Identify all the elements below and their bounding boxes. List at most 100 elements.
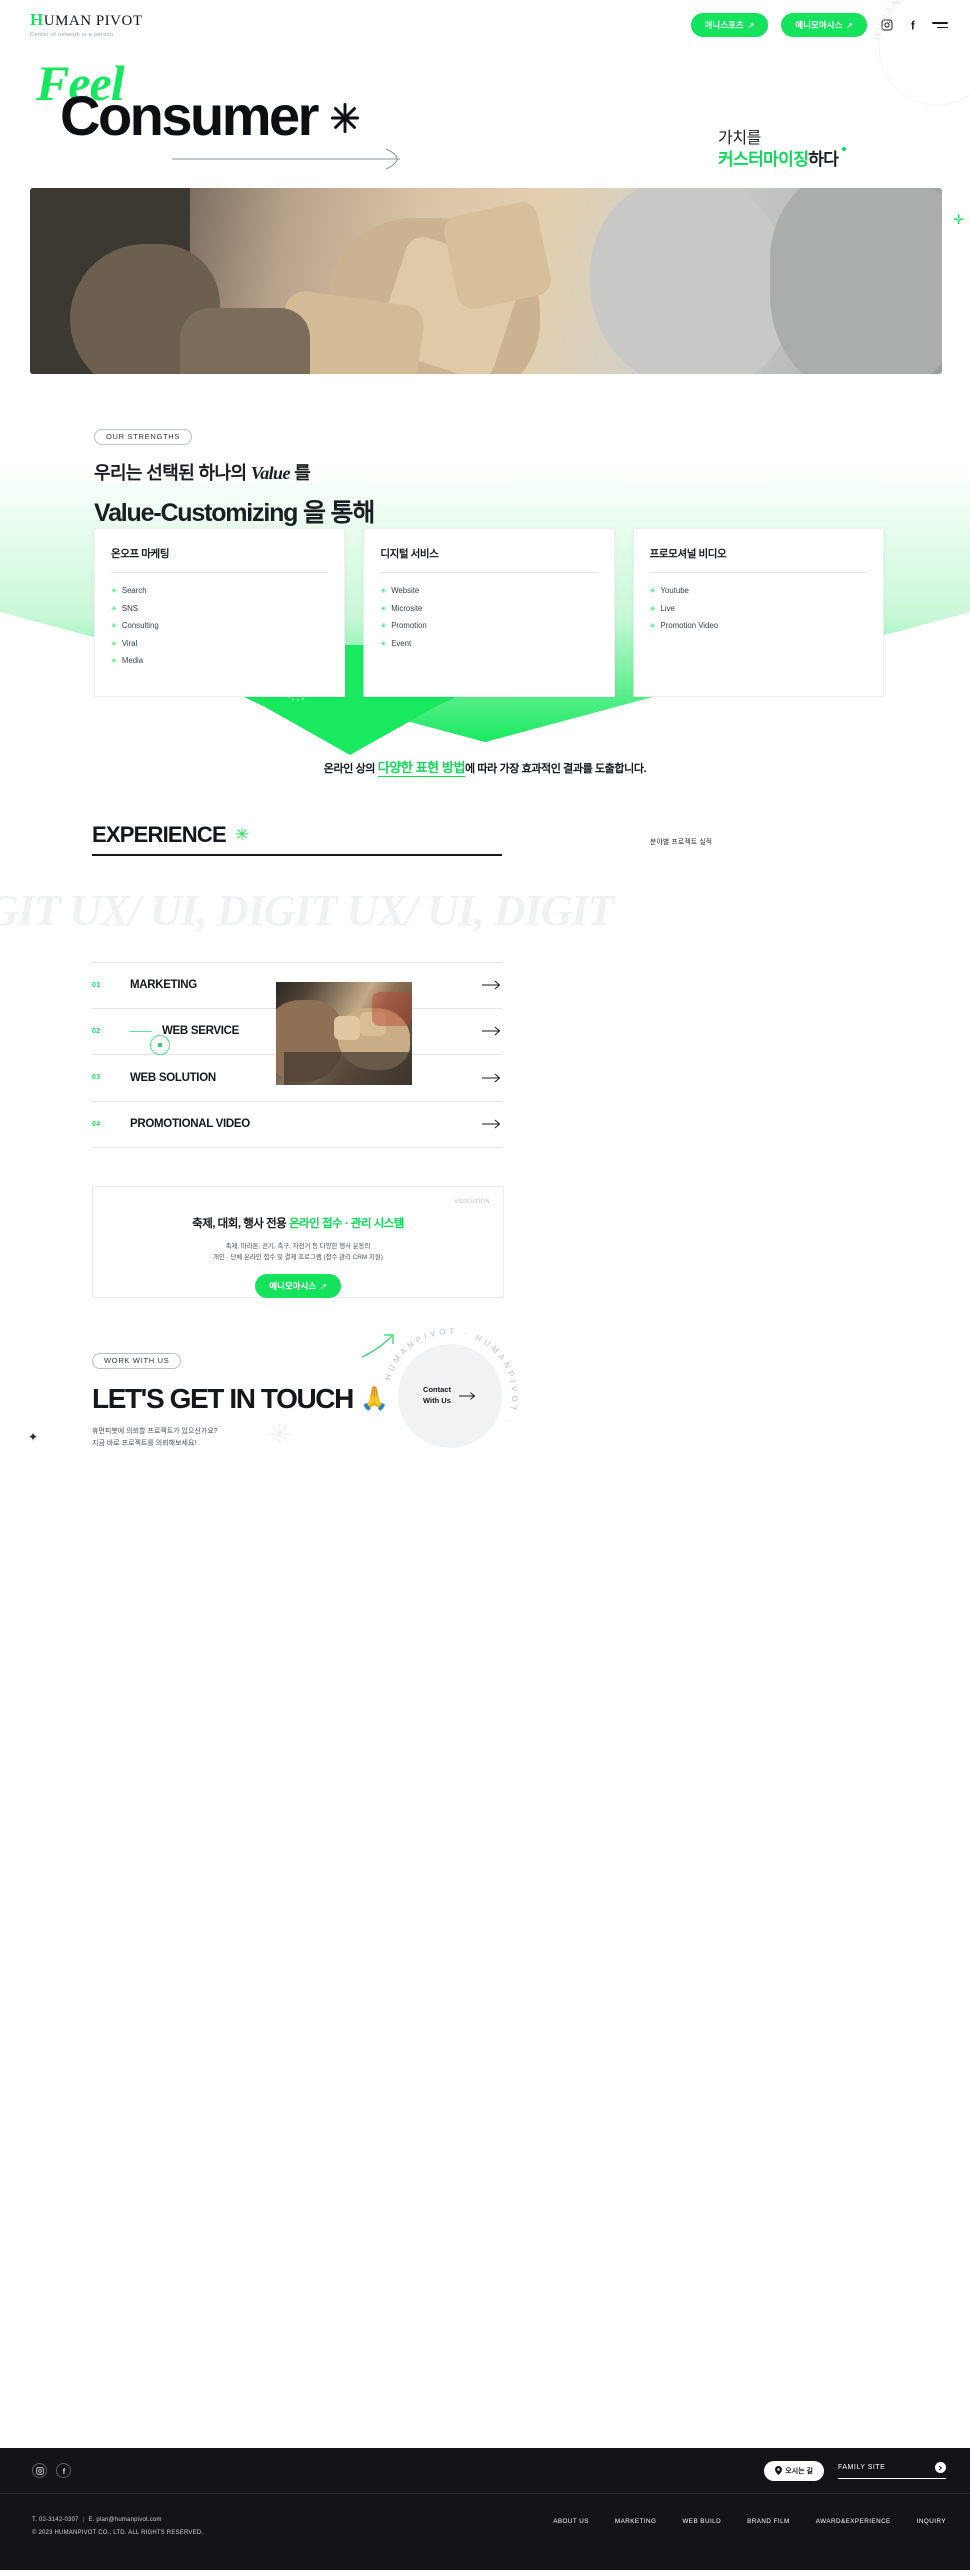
anymoasys-button[interactable]: 애니모아시스 ↗ [781,13,867,37]
hero-headline: Consumer [60,88,363,144]
service-card[interactable]: 프로모셔널 비디오 ✳ Youtube ✳ Live ✳ Promotion Vide… [632,528,884,697]
solution-desc-line2: 개인 · 단체 온라인 접수 및 결제 프로그램 (접수 관리 CRM 지원) [213,1254,383,1262]
brand-initial: H [30,10,44,29]
list-item: ✳ Promotion Video [650,621,867,630]
our-strengths-badge: OUR STRENGTHS [94,428,193,445]
arrow-right-icon [482,1073,501,1083]
asterisk-bullet-icon: ✳ [649,605,656,613]
marquee-label: DIGIT UX/ UI, DIGIT UX/ UI, DIGIT [0,885,615,935]
solution-button-label: 애니모아시스 [269,1281,317,1292]
footer-nav-marketing[interactable]: MARKETING [615,2518,656,2525]
footer-social-links [32,2463,71,2478]
circle-deco-text: HUMANPIVOT · HUMANPIVOT · [872,0,970,78]
row-number: 01 [92,981,101,989]
asterisk-bullet-icon: ✳ [380,640,387,648]
arrow-right-icon [482,1026,501,1036]
asterisk-bullet-icon: ✳ [111,640,117,648]
row-number: 04 [92,1120,101,1128]
list-item-label: Event [391,638,412,648]
solution-card: #SOLUTION 축제, 대회, 행사 전용 온라인 접수 · 관리 시스템 … [92,1186,504,1299]
row-number: 03 [92,1074,101,1082]
contact-with-us-button[interactable]: Contact With Us [398,1344,502,1448]
experience-header: EXPERIENCE ✳ [92,822,502,848]
footer-nav-brand-film[interactable]: BRAND FILM [747,2518,790,2525]
plus-decoration-icon: ✛ [953,212,964,227]
list-item: ✳ SNS [111,604,328,613]
contact-circle-line1: Contact [423,1385,451,1395]
anysports-label: 애니스포츠 [704,20,744,30]
family-site-select[interactable]: FAMILY SITE [838,2462,946,2479]
footer-nav-inquiry[interactable]: INQUIRY [917,2518,946,2525]
hero-kr-black: 하다 [808,150,839,170]
chevron-right-icon [935,2462,946,2473]
hero-kr-line1: 가치를 [718,130,761,147]
list-item: ✳ Event [380,639,597,648]
row-label: PROMOTIONAL VIDEO [130,1118,250,1131]
tagline-part-a: 온라인 상의 [323,763,378,775]
solution-tag: #SOLUTION [454,1199,490,1205]
list-item: ✳ Live [650,604,867,613]
hero-kr-line2: 커스터마이징하다 [718,147,847,171]
work-with-us-badge: WORK WITH US [92,1352,182,1369]
list-item-label: Youtube [660,586,689,595]
experience-title-text: EXPERIENCE [92,822,227,847]
card-title: 프로모셔널 비디오 [649,548,727,560]
card-list: ✳ Youtube ✳ Live ✳ Promotion Video [650,586,867,630]
experience-row-promotional-video[interactable]: 04 PROMOTIONAL VIDEO [92,1102,502,1148]
solution-anymoasys-button[interactable]: 애니모아시스 ↗ [255,1274,341,1299]
divider [111,572,329,573]
list-item: ✳ Media [111,656,328,665]
brand-name: HUMAN PIVOT [30,11,142,29]
arrow-right-icon [458,1392,476,1400]
experience-underline [92,854,502,856]
card-title: 온오프 마케팅 [111,548,170,560]
divider [380,572,598,573]
directions-label: 오시는 길 [785,2467,813,2475]
asterisk-bullet-icon: ✳ [111,658,117,665]
solution-title-green: 온라인 접수 · 관리 시스템 [288,1218,404,1230]
anymoasys-label: 애니모아시스 [795,20,843,30]
card-list: ✳ Website ✳ Microsite ✳ Promotion ✳ Event [380,586,597,648]
arrow-right-icon [482,980,501,990]
instagram-icon[interactable] [32,2463,47,2478]
decorative-asterisk-icon: ✳ [268,1419,292,1450]
solution-title: 축제, 대회, 행사 전용 온라인 접수 · 관리 시스템 [93,1215,503,1231]
row-label: WEB SERVICE [162,1025,240,1038]
service-cards: 온오프 마케팅 ✳ Search ✳ SNS ✳ Consulting ✳ Viral … [94,528,884,697]
decorative-sparkle-icon: ✦ [28,1430,39,1444]
list-item-label: Viral [121,638,138,648]
list-item: ✳ Microsite [380,604,597,613]
external-link-icon: ↗ [846,20,853,30]
footer-email: E. plan@humanpivot.com [88,2517,162,2523]
divider [649,572,867,573]
hero-word-consumer: Consumer [60,84,319,147]
external-link-icon: ↗ [320,1281,327,1291]
strengths-line1-a: 우리는 선택된 하나의 [94,462,251,483]
footer-nav-about-us[interactable]: ABOUT US [553,2518,589,2525]
footer-nav-award-experience[interactable]: AWARD&EXPERIENCE [816,2518,891,2525]
hero-image [30,188,942,374]
map-pin-icon [775,2466,783,2475]
footer-tel: T. 02-3142-0307 [32,2517,79,2523]
contact-circle-line2: With Us [423,1396,451,1405]
list-item: ✳ Search [111,586,328,595]
list-item: ✳ Promotion [380,621,597,630]
footer-nav-web-build[interactable]: WEB BUILD [682,2518,721,2525]
asterisk-bullet-icon: ✳ [111,588,117,595]
active-row-dash [130,1030,152,1032]
anysports-button[interactable]: 애니스포츠 ↗ [690,13,769,37]
list-item-label: Microsite [391,603,423,613]
footer-contact-line: T. 02-3142-0307 | E. plan@humanpivot.com [32,2514,203,2527]
list-item-label: Website [391,586,420,595]
asterisk-bullet-icon: ✳ [111,623,117,630]
directions-button[interactable]: 오시는 길 [764,2460,824,2481]
row-number: 02 [92,1027,101,1035]
facebook-icon[interactable] [56,2463,71,2478]
service-card[interactable]: 디지털 서비스 ✳ Website ✳ Microsite ✳ Promotion ✳… [363,528,615,697]
brand-logo[interactable]: HUMAN PIVOT Center of network is a perso… [30,11,142,38]
family-site-label: FAMILY SITE [838,2464,886,2471]
list-item: ✳ Viral [111,639,328,648]
scroll-down-indicator[interactable] [281,670,313,702]
asterisk-icon: ✳ [234,825,249,844]
hero-korean-text: 가치를 커스터마이징하다 [718,128,847,172]
